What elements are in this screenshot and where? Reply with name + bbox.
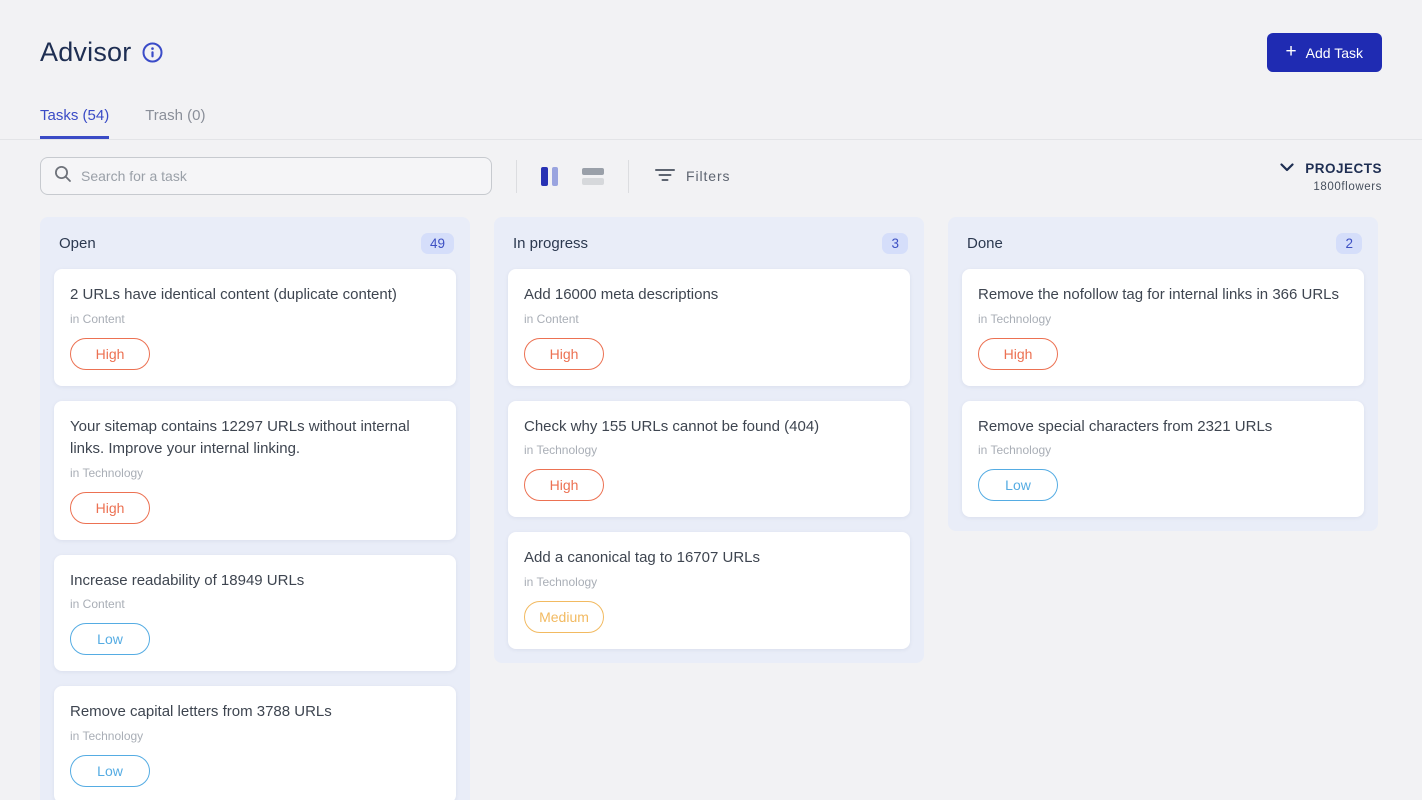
priority-badge: High <box>70 492 150 524</box>
task-title: Check why 155 URLs cannot be found (404) <box>524 416 894 439</box>
kanban-column: Open 49 2 URLs have identical content (d… <box>40 217 470 800</box>
column-cards: Add 16000 meta descriptions in Content H… <box>508 269 910 649</box>
tab-tasks[interactable]: Tasks (54) <box>40 107 109 139</box>
kanban-view-icon[interactable] <box>541 167 558 186</box>
info-icon[interactable] <box>142 42 163 63</box>
task-title: Remove the nofollow tag for internal lin… <box>978 284 1348 307</box>
tab-bar: Tasks (54) Trash (0) <box>40 107 1382 139</box>
column-title: In progress <box>513 235 588 252</box>
task-category: in Technology <box>978 443 1348 457</box>
column-title: Done <box>967 235 1003 252</box>
priority-badge: Low <box>978 469 1058 501</box>
title-row: Advisor + Add Task <box>40 0 1382 72</box>
task-title: 2 URLs have identical content (duplicate… <box>70 284 440 307</box>
task-title: Add a canonical tag to 16707 URLs <box>524 547 894 570</box>
search-box[interactable] <box>40 157 492 195</box>
task-card[interactable]: Remove special characters from 2321 URLs… <box>962 401 1364 518</box>
priority-badge: Low <box>70 755 150 787</box>
task-category: in Technology <box>70 729 440 743</box>
priority-badge: High <box>524 338 604 370</box>
task-card[interactable]: 2 URLs have identical content (duplicate… <box>54 269 456 386</box>
filter-icon <box>655 168 675 185</box>
task-title: Remove capital letters from 3788 URLs <box>70 701 440 724</box>
add-task-label: Add Task <box>1306 45 1363 61</box>
task-title: Add 16000 meta descriptions <box>524 284 894 307</box>
advisor-page: Advisor + Add Task Tasks (54) Trash (0) <box>0 0 1422 800</box>
view-toggle <box>541 167 604 186</box>
priority-badge: Medium <box>524 601 604 633</box>
filters-button[interactable]: Filters <box>655 168 730 185</box>
column-count-badge: 2 <box>1336 233 1362 254</box>
projects-row: PROJECTS <box>1280 159 1382 177</box>
task-card[interactable]: Check why 155 URLs cannot be found (404)… <box>508 401 910 518</box>
search-input[interactable] <box>81 168 478 184</box>
task-card[interactable]: Add 16000 meta descriptions in Content H… <box>508 269 910 386</box>
column-header: Open 49 <box>54 230 456 254</box>
page-header: Advisor + Add Task Tasks (54) Trash (0) <box>0 0 1422 139</box>
task-category: in Technology <box>524 575 894 589</box>
kanban-column: Done 2 Remove the nofollow tag for inter… <box>948 217 1378 531</box>
tab-trash[interactable]: Trash (0) <box>145 107 205 139</box>
task-title: Remove special characters from 2321 URLs <box>978 416 1348 439</box>
column-header: In progress 3 <box>508 230 910 254</box>
task-card[interactable]: Remove capital letters from 3788 URLs in… <box>54 686 456 800</box>
toolbar-divider <box>516 160 517 193</box>
column-cards: 2 URLs have identical content (duplicate… <box>54 269 456 800</box>
filters-label: Filters <box>686 168 730 184</box>
priority-badge: High <box>70 338 150 370</box>
projects-label: PROJECTS <box>1305 161 1382 176</box>
task-category: in Technology <box>524 443 894 457</box>
column-count-badge: 3 <box>882 233 908 254</box>
priority-badge: High <box>978 338 1058 370</box>
task-category: in Technology <box>978 312 1348 326</box>
task-card[interactable]: Your sitemap contains 12297 URLs without… <box>54 401 456 540</box>
kanban-board: Open 49 2 URLs have identical content (d… <box>0 195 1422 800</box>
task-card[interactable]: Increase readability of 18949 URLs in Co… <box>54 555 456 672</box>
priority-badge: High <box>524 469 604 501</box>
page-title: Advisor <box>40 37 131 68</box>
selected-project: 1800flowers <box>1313 181 1382 193</box>
toolbar: Filters PROJECTS 1800flowers <box>0 140 1422 195</box>
projects-dropdown[interactable]: PROJECTS 1800flowers <box>1280 159 1382 193</box>
chevron-down-icon <box>1280 159 1294 177</box>
task-card[interactable]: Remove the nofollow tag for internal lin… <box>962 269 1364 386</box>
column-header: Done 2 <box>962 230 1364 254</box>
task-card[interactable]: Add a canonical tag to 16707 URLs in Tec… <box>508 532 910 649</box>
task-category: in Content <box>524 312 894 326</box>
toolbar-divider <box>628 160 629 193</box>
column-cards: Remove the nofollow tag for internal lin… <box>962 269 1364 517</box>
column-title: Open <box>59 235 96 252</box>
task-category: in Content <box>70 597 440 611</box>
column-count-badge: 49 <box>421 233 454 254</box>
add-task-button[interactable]: + Add Task <box>1267 33 1382 72</box>
list-view-icon[interactable] <box>582 168 604 185</box>
search-icon <box>54 165 72 188</box>
priority-badge: Low <box>70 623 150 655</box>
task-title: Increase readability of 18949 URLs <box>70 570 440 593</box>
task-title: Your sitemap contains 12297 URLs without… <box>70 416 440 461</box>
task-category: in Technology <box>70 466 440 480</box>
plus-icon: + <box>1286 42 1297 61</box>
task-category: in Content <box>70 312 440 326</box>
kanban-column: In progress 3 Add 16000 meta description… <box>494 217 924 663</box>
